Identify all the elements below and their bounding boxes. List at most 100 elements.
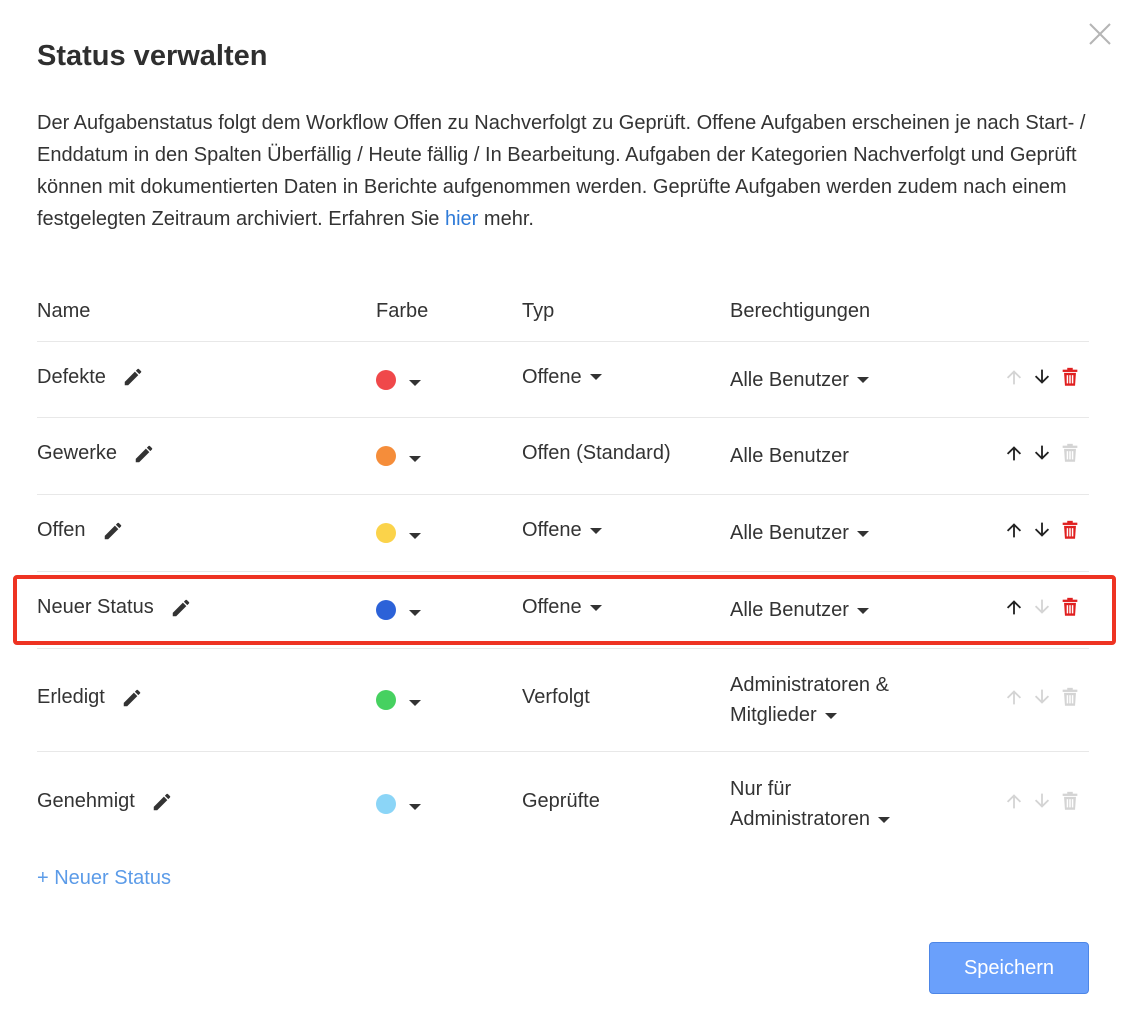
status-name-cell: Genehmigt (37, 790, 173, 813)
type-dropdown[interactable]: Offene (522, 596, 602, 619)
type-value: Offen (Standard) (522, 442, 671, 465)
row-actions (1003, 366, 1081, 388)
chevron-down-icon (589, 527, 602, 534)
trash-icon[interactable] (1059, 519, 1081, 541)
pencil-icon[interactable] (151, 791, 173, 813)
description-text: Der Aufgabenstatus folgt dem Workflow Of… (37, 112, 1086, 230)
color-picker[interactable] (376, 523, 421, 543)
type-dropdown[interactable]: Offene (522, 366, 602, 389)
arrow-down-icon[interactable] (1031, 366, 1053, 388)
pencil-icon[interactable] (170, 597, 192, 619)
arrow-up-icon (1006, 369, 1022, 384)
type-label: Offene (522, 519, 582, 541)
close-icon[interactable] (1086, 20, 1114, 48)
row-actions (1003, 442, 1081, 464)
type-label: Geprüfte (522, 790, 600, 812)
type-label: Verfolgt (522, 686, 590, 708)
permissions-dropdown[interactable]: Administratoren & Mitglieder (730, 670, 930, 730)
type-dropdown[interactable]: Offene (522, 519, 602, 542)
pencil-icon[interactable] (133, 443, 155, 465)
learn-more-link[interactable]: hier (445, 208, 478, 230)
chevron-down-icon (878, 816, 891, 823)
trash-icon (1062, 443, 1078, 462)
chevron-down-icon (409, 804, 421, 810)
status-name-cell: Erledigt (37, 686, 143, 709)
chevron-down-icon (409, 610, 421, 616)
arrow-up-icon[interactable] (1003, 596, 1025, 618)
status-name: Offen (37, 519, 86, 541)
table-row: Defekte Offene Alle Benutzer (37, 342, 1089, 418)
pencil-icon[interactable] (122, 366, 144, 388)
status-name-cell: Defekte (37, 366, 144, 389)
permissions-label: Nur für Administratoren (730, 778, 871, 830)
header-permissions: Berechtigungen (730, 300, 871, 322)
table-row: Genehmigt Geprüfte Nur für Administratoren (37, 752, 1089, 856)
row-actions (1003, 790, 1081, 812)
color-swatch (376, 446, 396, 466)
header-name: Name (37, 300, 91, 322)
permissions-label: Alle Benutzer (730, 599, 849, 621)
row-actions (1003, 596, 1081, 618)
status-name-cell: Neuer Status (37, 596, 192, 619)
chevron-down-icon (856, 377, 869, 384)
type-label: Offen (Standard) (522, 442, 671, 464)
arrow-down-icon[interactable] (1031, 442, 1053, 464)
status-name: Genehmigt (37, 790, 135, 812)
color-swatch (376, 794, 396, 814)
color-swatch (376, 369, 396, 390)
color-picker[interactable] (376, 600, 421, 620)
permissions-dropdown[interactable]: Alle Benutzer (730, 518, 930, 548)
arrow-up-icon[interactable] (1003, 442, 1025, 464)
color-picker[interactable] (376, 446, 421, 466)
header-color: Farbe (376, 300, 429, 322)
row-actions (1003, 519, 1081, 541)
color-picker[interactable] (376, 690, 421, 710)
pencil-icon[interactable] (102, 520, 124, 542)
status-name: Erledigt (37, 686, 105, 708)
status-table: Name Farbe Typ Berechtigungen Defekte Off… (37, 285, 1089, 856)
table-header: Name Farbe Typ Berechtigungen (37, 285, 1089, 342)
color-picker[interactable] (376, 794, 421, 814)
table-body: Defekte Offene Alle Benutzer Gewerke Offen (… (37, 342, 1089, 856)
status-name: Defekte (37, 365, 106, 388)
permissions-label: Alle Benutzer (730, 522, 849, 544)
type-value: Verfolgt (522, 686, 590, 709)
type-label: Offene (522, 365, 582, 388)
chevron-down-icon (856, 607, 869, 614)
chevron-down-icon (856, 530, 869, 537)
trash-icon[interactable] (1059, 596, 1081, 618)
color-swatch (376, 690, 396, 710)
arrow-up-icon (1006, 690, 1022, 705)
status-name-cell: Gewerke (37, 442, 155, 465)
trash-icon[interactable] (1059, 366, 1081, 388)
table-row: Erledigt Verfolgt Administratoren & Mitgli… (37, 649, 1089, 752)
permissions-dropdown[interactable]: Alle Benutzer (730, 595, 930, 625)
chevron-down-icon (589, 604, 602, 611)
status-name-cell: Offen (37, 519, 124, 542)
permissions-value: Alle Benutzer (730, 441, 930, 471)
arrow-down-icon[interactable] (1031, 519, 1053, 541)
permissions-label: Administratoren & Mitglieder (730, 674, 889, 726)
chevron-down-icon (824, 712, 837, 719)
trash-icon (1062, 687, 1078, 706)
header-type: Typ (522, 300, 555, 322)
arrow-down-icon (1034, 599, 1050, 614)
pencil-icon[interactable] (121, 687, 143, 709)
permissions-label: Alle Benutzer (730, 445, 849, 467)
type-value: Geprüfte (522, 790, 600, 813)
trash-icon (1062, 791, 1078, 810)
permissions-dropdown[interactable]: Alle Benutzer (730, 365, 930, 395)
color-picker[interactable] (376, 369, 421, 390)
color-swatch (376, 600, 396, 620)
type-label: Offene (522, 596, 582, 618)
chevron-down-icon (409, 379, 421, 386)
chevron-down-icon (409, 533, 421, 539)
save-button[interactable]: Speichern (929, 942, 1089, 994)
arrow-down-icon (1034, 793, 1050, 808)
arrow-down-icon (1034, 689, 1050, 704)
arrow-up-icon[interactable] (1003, 519, 1025, 541)
add-status-link[interactable]: + Neuer Status (37, 867, 171, 890)
dialog-description: Der Aufgabenstatus folgt dem Workflow Of… (37, 107, 1097, 235)
permissions-dropdown[interactable]: Nur für Administratoren (730, 774, 910, 834)
chevron-down-icon (409, 456, 421, 462)
